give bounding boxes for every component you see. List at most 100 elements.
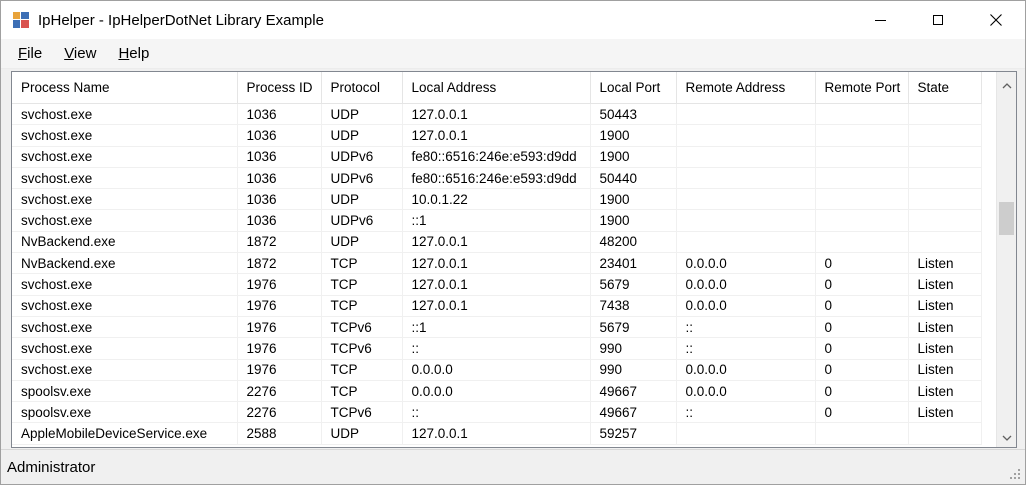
table-row[interactable]: NvBackend.exe 1872 UDP 127.0.0.1 48200 bbox=[12, 231, 982, 254]
cell-state: Listen bbox=[908, 401, 982, 424]
table-row[interactable]: AppleMobileDeviceService.exe 2588 UDP 127.0… bbox=[12, 422, 982, 445]
table-row[interactable]: svchost.exe 1036 UDPv6::1 1900 bbox=[12, 209, 982, 232]
vertical-scrollbar[interactable] bbox=[996, 72, 1016, 447]
cell-process-name: AppleMobileDeviceService.exe bbox=[12, 422, 238, 445]
cell-local-address: 127.0.0.1 bbox=[402, 124, 591, 147]
table-row[interactable]: svchost.exe 1976 TCP 127.0.0.1 5679 0.0.0.0 0 L… bbox=[12, 273, 982, 296]
cell-local-address: 0.0.0.0 bbox=[402, 359, 591, 381]
connections-table: Process Name Process ID Protocol Local A… bbox=[12, 72, 982, 445]
minimize-button[interactable] bbox=[851, 1, 909, 39]
close-button[interactable] bbox=[967, 1, 1025, 39]
status-text: Administrator bbox=[7, 458, 96, 476]
cell-remote-port: 0 bbox=[815, 295, 909, 317]
column-header-local-port[interactable]: Local Port bbox=[590, 72, 677, 104]
cell-remote-port bbox=[815, 103, 909, 126]
menu-file[interactable]: File bbox=[9, 45, 51, 62]
table-row[interactable]: svchost.exe 1036 UDP 10.0.1.22 1900 bbox=[12, 188, 982, 211]
menu-bar: File View Help bbox=[1, 39, 1025, 69]
column-header-remote-port[interactable]: Remote Port bbox=[815, 72, 909, 104]
cell-remote-port: 0 bbox=[815, 337, 909, 360]
table-row[interactable]: svchost.exe 1976 TCPv6::1 5679:: 0 Listen bbox=[12, 316, 982, 339]
cell-local-address: 10.0.1.22 bbox=[402, 188, 591, 211]
cell-state: Listen bbox=[908, 359, 982, 381]
cell-local-port: 1900 bbox=[590, 188, 677, 211]
cell-local-port: 990 bbox=[590, 359, 677, 381]
table-row[interactable]: svchost.exe 1976 TCP 127.0.0.1 7438 0.0.0.0 0 L… bbox=[12, 295, 982, 317]
cell-process-name: svchost.exe bbox=[12, 209, 238, 232]
table-row[interactable]: svchost.exe 1036 UDP 127.0.0.1 1900 bbox=[12, 124, 982, 147]
menu-view[interactable]: View bbox=[55, 45, 105, 62]
cell-state bbox=[908, 103, 982, 126]
cell-protocol: TCP bbox=[321, 295, 403, 317]
cell-process-name: NvBackend.exe bbox=[12, 231, 238, 254]
cell-remote-address bbox=[676, 231, 816, 254]
cell-state bbox=[908, 209, 982, 232]
cell-process-name: svchost.exe bbox=[12, 188, 238, 211]
table-row[interactable]: spoolsv.exe 2276 TCPv6:: 49667:: 0 Listen bbox=[12, 401, 982, 424]
cell-state: Listen bbox=[908, 337, 982, 360]
cell-remote-address bbox=[676, 146, 816, 168]
cell-local-address: 127.0.0.1 bbox=[402, 295, 591, 317]
column-header-local-address[interactable]: Local Address bbox=[402, 72, 591, 104]
app-grid-icon[interactable] bbox=[13, 12, 29, 28]
cell-local-address: 127.0.0.1 bbox=[402, 422, 591, 445]
cell-process-id: 1036 bbox=[237, 124, 322, 147]
column-header-process-name[interactable]: Process Name bbox=[12, 72, 238, 104]
table-row[interactable]: svchost.exe 1036 UDP 127.0.0.1 50443 bbox=[12, 103, 982, 126]
table-row[interactable]: NvBackend.exe 1872 TCP 127.0.0.1 23401 0.0.0.… bbox=[12, 252, 982, 275]
menu-help[interactable]: Help bbox=[109, 45, 158, 62]
column-header-state[interactable]: State bbox=[908, 72, 982, 104]
cell-process-id: 1976 bbox=[237, 359, 322, 381]
header-row: Process Name Process ID Protocol Local A… bbox=[12, 72, 982, 104]
table-row[interactable]: svchost.exe 1036 UDPv6 fe80::6516:246e:e593… bbox=[12, 146, 982, 168]
cell-local-port: 5679 bbox=[590, 316, 677, 339]
cell-remote-address bbox=[676, 422, 816, 445]
cell-remote-port bbox=[815, 167, 909, 190]
cell-process-id: 2276 bbox=[237, 380, 322, 403]
cell-remote-address bbox=[676, 124, 816, 147]
cell-state: Listen bbox=[908, 252, 982, 275]
cell-remote-port: 0 bbox=[815, 316, 909, 339]
cell-process-name: spoolsv.exe bbox=[12, 401, 238, 424]
close-icon bbox=[990, 14, 1002, 26]
cell-state: Listen bbox=[908, 295, 982, 317]
column-header-remote-address[interactable]: Remote Address bbox=[676, 72, 816, 104]
table-row[interactable]: svchost.exe 1976 TCP 0.0.0.0 990 0.0.0.0 0 List… bbox=[12, 359, 982, 381]
resize-grip-icon[interactable] bbox=[1009, 468, 1021, 480]
column-header-process-id[interactable]: Process ID bbox=[237, 72, 322, 104]
cell-protocol: UDP bbox=[321, 124, 403, 147]
cell-local-port: 49667 bbox=[590, 380, 677, 403]
cell-remote-port: 0 bbox=[815, 252, 909, 275]
cell-local-port: 1900 bbox=[590, 209, 677, 232]
cell-local-port: 1900 bbox=[590, 146, 677, 168]
table-row[interactable]: spoolsv.exe 2276 TCP 0.0.0.0 49667 0.0.0.0 0 Li… bbox=[12, 380, 982, 403]
table-row[interactable]: svchost.exe 1976 TCPv6:: 990:: 0 Listen bbox=[12, 337, 982, 360]
title-bar[interactable]: IpHelper - IpHelperDotNet Library Exampl… bbox=[1, 1, 1025, 39]
window-title: IpHelper - IpHelperDotNet Library Exampl… bbox=[38, 11, 324, 29]
cell-local-port: 990 bbox=[590, 337, 677, 360]
window-controls bbox=[851, 1, 1025, 39]
cell-local-address: 127.0.0.1 bbox=[402, 103, 591, 126]
scroll-thumb[interactable] bbox=[999, 202, 1014, 235]
cell-process-id: 1036 bbox=[237, 209, 322, 232]
maximize-button[interactable] bbox=[909, 1, 967, 39]
connections-grid[interactable]: Process Name Process ID Protocol Local A… bbox=[11, 71, 1017, 448]
chevron-down-icon[interactable] bbox=[997, 428, 1016, 447]
column-header-protocol[interactable]: Protocol bbox=[321, 72, 403, 104]
cell-local-address: :: bbox=[402, 337, 591, 360]
cell-process-name: svchost.exe bbox=[12, 337, 238, 360]
cell-process-name: NvBackend.exe bbox=[12, 252, 238, 275]
cell-state: Listen bbox=[908, 273, 982, 296]
cell-process-id: 1036 bbox=[237, 167, 322, 190]
cell-protocol: TCPv6 bbox=[321, 337, 403, 360]
cell-state bbox=[908, 124, 982, 147]
cell-state: Listen bbox=[908, 380, 982, 403]
cell-process-id: 2276 bbox=[237, 401, 322, 424]
cell-remote-address: 0.0.0.0 bbox=[676, 359, 816, 381]
chevron-up-icon[interactable] bbox=[997, 76, 1016, 95]
cell-protocol: UDPv6 bbox=[321, 209, 403, 232]
cell-protocol: UDPv6 bbox=[321, 146, 403, 168]
cell-protocol: TCPv6 bbox=[321, 316, 403, 339]
cell-protocol: TCP bbox=[321, 273, 403, 296]
table-row[interactable]: svchost.exe 1036 UDPv6 fe80::6516:246e:e593… bbox=[12, 167, 982, 190]
